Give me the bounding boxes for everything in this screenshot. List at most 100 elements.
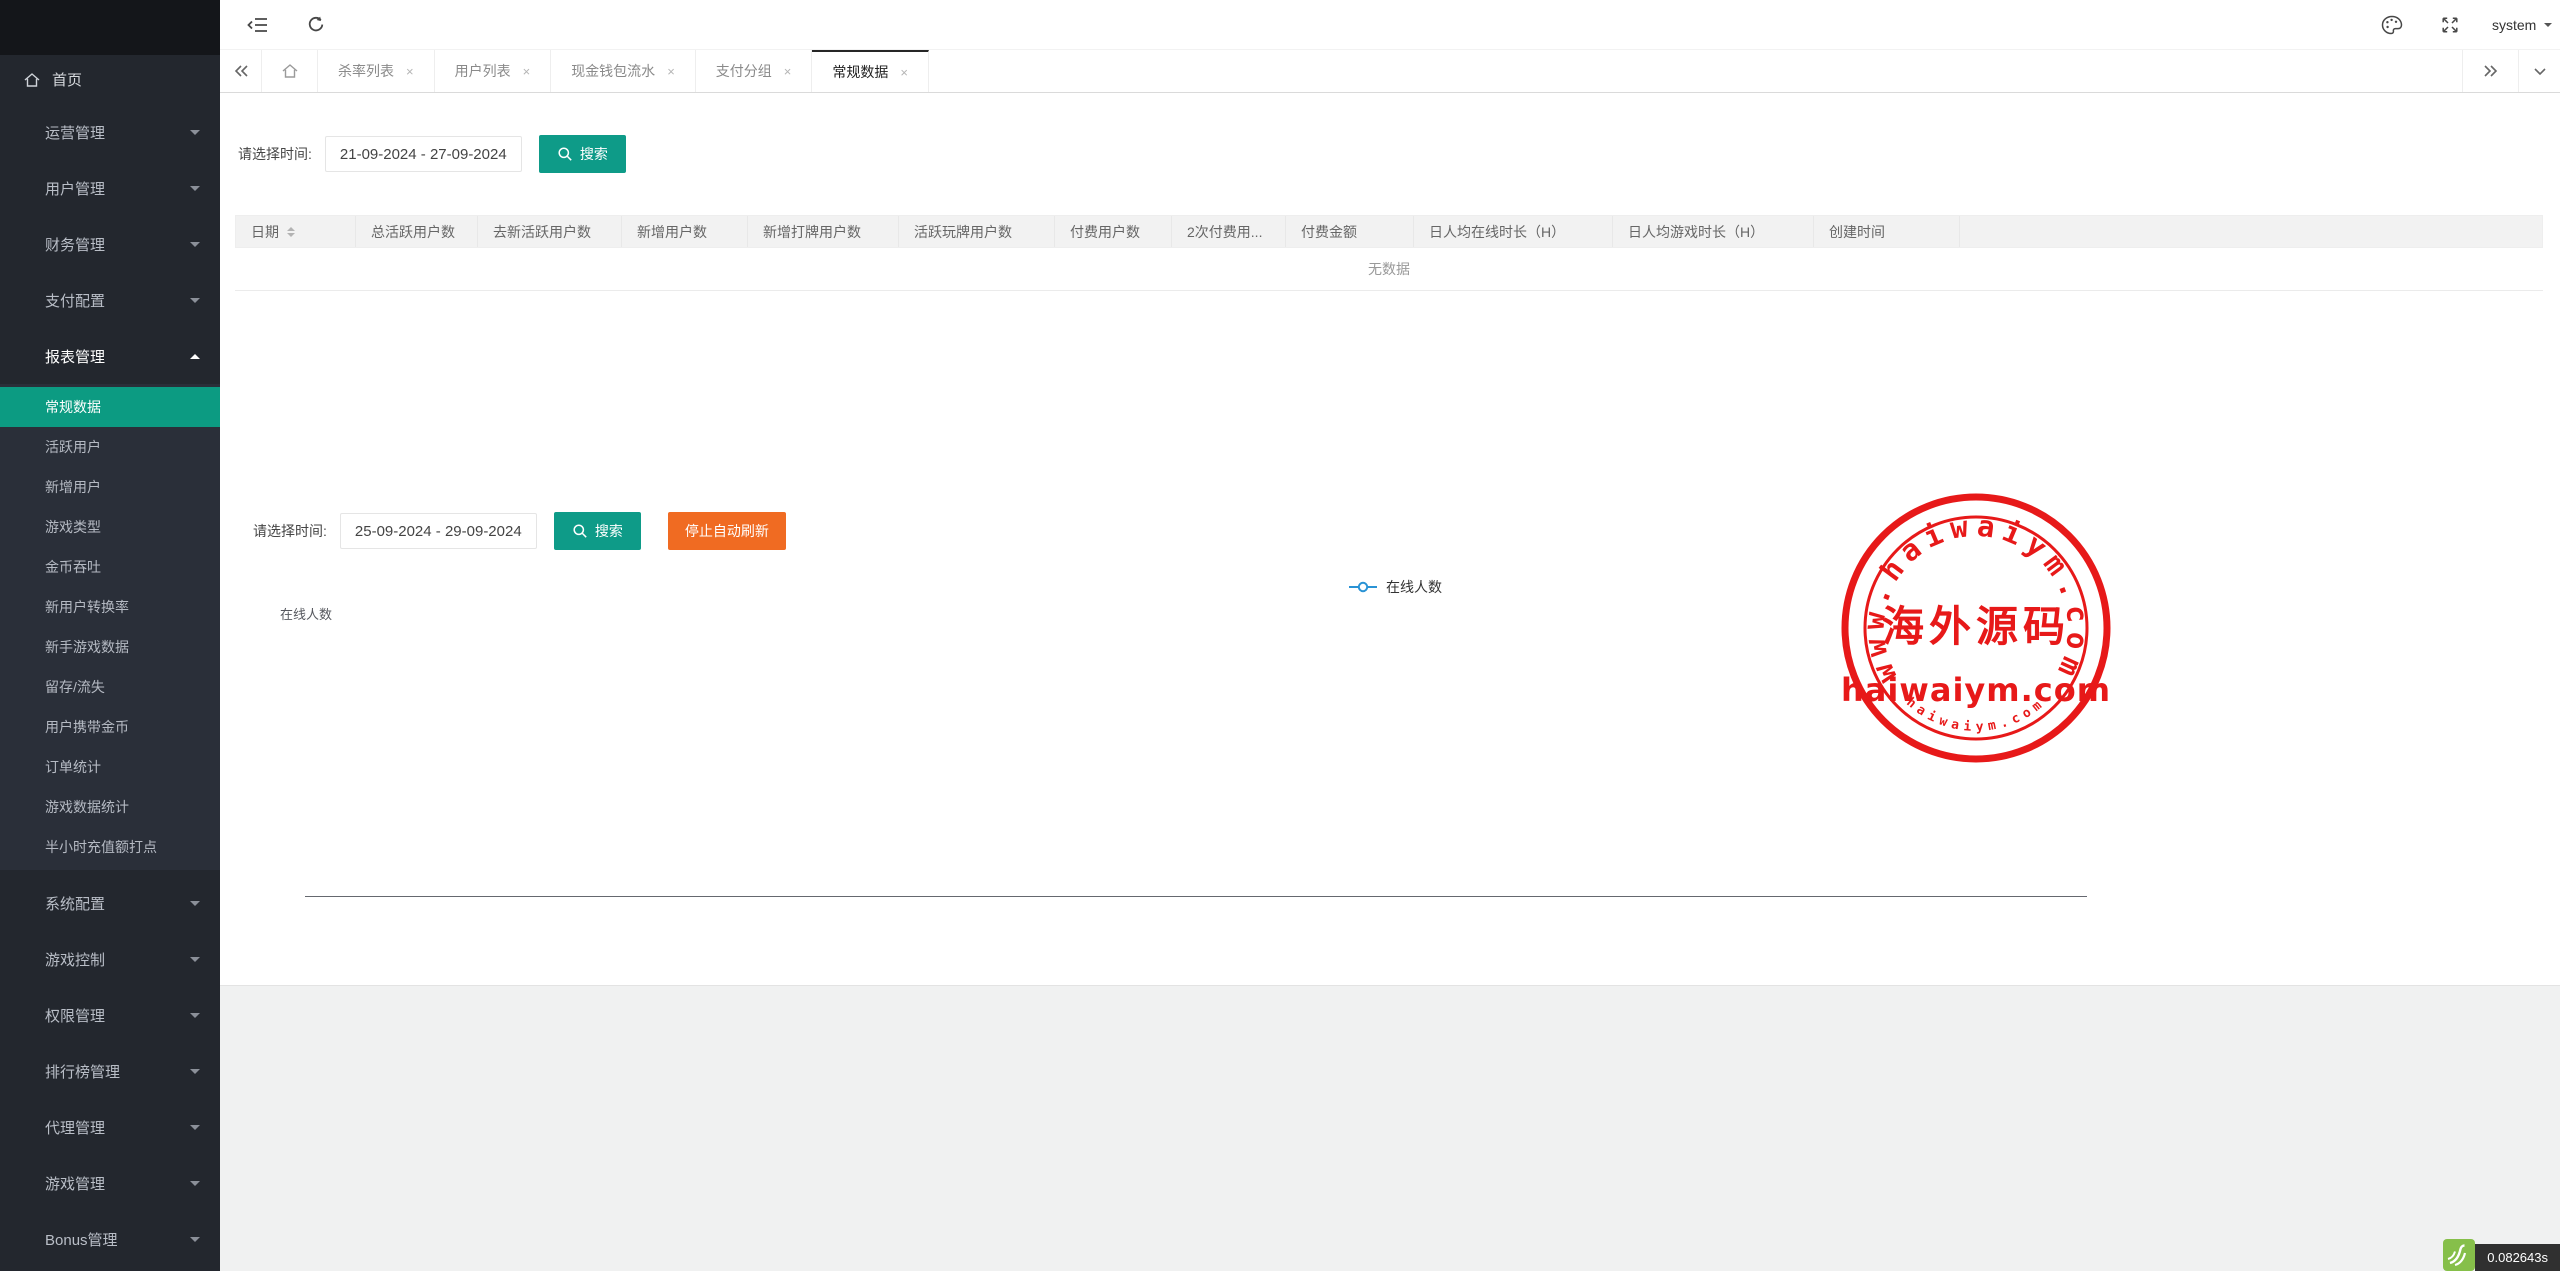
- chart-legend-online-users[interactable]: 在线人数: [1348, 577, 1442, 597]
- tab-user-list[interactable]: 用户列表 ×: [435, 50, 552, 92]
- close-icon[interactable]: ×: [523, 64, 531, 79]
- refresh-icon[interactable]: [304, 13, 328, 37]
- sidebar-item-regular-data[interactable]: 常规数据: [0, 387, 220, 427]
- search-button[interactable]: 搜索: [539, 135, 626, 173]
- theme-palette-icon[interactable]: [2380, 13, 2404, 37]
- sidebar-item-order-stats[interactable]: 订单统计: [0, 747, 220, 787]
- tab-payment-group[interactable]: 支付分组 ×: [696, 50, 813, 92]
- empty-text: 无数据: [1368, 259, 1410, 279]
- sidebar-group-label: 权限管理: [45, 1005, 105, 1026]
- chevron-down-icon: [190, 186, 200, 196]
- tab-bar-right-controls: [2462, 50, 2560, 92]
- sidebar-item-game-data-stats[interactable]: 游戏数据统计: [0, 787, 220, 827]
- tabs-scroll-right-button[interactable]: [2462, 50, 2518, 92]
- user-menu[interactable]: system: [2492, 0, 2552, 50]
- collapse-sidebar-icon[interactable]: [246, 13, 270, 37]
- sidebar-group-payment-config[interactable]: 支付配置: [0, 272, 220, 328]
- sidebar-item-retention-churn[interactable]: 留存/流失: [0, 667, 220, 707]
- sidebar-item-home[interactable]: 首页: [0, 55, 220, 104]
- chevron-down-icon: [2544, 23, 2552, 31]
- table-empty-state: 无数据: [235, 248, 2543, 291]
- date-range-input-2[interactable]: [340, 513, 537, 549]
- sidebar-group-label: 报表管理: [45, 346, 105, 367]
- sidebar-group-agent-mgmt[interactable]: 代理管理: [0, 1099, 220, 1155]
- sidebar-group-system-config[interactable]: 系统配置: [0, 875, 220, 931]
- page-runtime-badge: 0.082643s: [2443, 1239, 2560, 1271]
- close-icon[interactable]: ×: [784, 64, 792, 79]
- search-button-label: 搜索: [595, 521, 623, 541]
- search-icon: [572, 523, 588, 539]
- sidebar-group-finance-mgmt[interactable]: 财务管理: [0, 216, 220, 272]
- stop-auto-refresh-button[interactable]: 停止自动刷新: [668, 512, 786, 550]
- chevron-up-icon: [190, 349, 200, 359]
- home-icon: [23, 72, 41, 88]
- sidebar-item-user-carry-coins[interactable]: 用户携带金币: [0, 707, 220, 747]
- online-chart-filter-form: 请选择时间: 搜索 停止自动刷新: [253, 512, 786, 550]
- tab-kill-rate-list[interactable]: 杀率列表 ×: [318, 50, 435, 92]
- sidebar-item-coin-io[interactable]: 金币吞吐: [0, 547, 220, 587]
- close-icon[interactable]: ×: [406, 64, 414, 79]
- time-range-label: 请选择时间:: [253, 521, 327, 541]
- chevron-down-icon: [190, 298, 200, 308]
- sidebar-group-game-mgmt[interactable]: 游戏管理: [0, 1155, 220, 1211]
- sidebar-group-label: Bonus管理: [45, 1229, 118, 1250]
- sidebar-group-label: 排行榜管理: [45, 1061, 120, 1082]
- col-second-pay-users: 2次付费用...: [1172, 216, 1286, 247]
- chart-y-axis-name: 在线人数: [280, 604, 332, 623]
- sidebar-item-half-hour-recharge[interactable]: 半小时充值额打点: [0, 827, 220, 867]
- report-table: 日期 总活跃用户数 去新活跃用户数 新增用户数 新增打牌用户数 活跃玩牌用户数 …: [235, 215, 2543, 291]
- sidebar-group-label: 代理管理: [45, 1117, 105, 1138]
- chevron-down-icon: [190, 1125, 200, 1135]
- app-screen: 首页 运营管理 用户管理 财务管理 支付配置 报表管理 常规数据 活跃用户 新增…: [0, 0, 2560, 1271]
- report-filter-form: 请选择时间: 搜索: [238, 135, 626, 173]
- svg-text:www.haiwaiym.com: www.haiwaiym.com: [1856, 509, 2095, 689]
- table-header-row: 日期 总活跃用户数 去新活跃用户数 新增用户数 新增打牌用户数 活跃玩牌用户数 …: [235, 215, 2543, 248]
- sidebar-group-report-mgmt[interactable]: 报表管理: [0, 328, 220, 384]
- tab-cash-wallet-flow[interactable]: 现金钱包流水 ×: [551, 50, 696, 92]
- sidebar-group-label: 运营管理: [45, 122, 105, 143]
- close-icon[interactable]: ×: [667, 64, 675, 79]
- chevron-down-icon: [190, 901, 200, 911]
- sidebar-item-game-type[interactable]: 游戏类型: [0, 507, 220, 547]
- sidebar-item-new-user-conversion[interactable]: 新用户转换率: [0, 587, 220, 627]
- col-new-users: 新增用户数: [622, 216, 748, 247]
- tab-label: 现金钱包流水: [571, 61, 655, 81]
- sidebar-item-label: 首页: [52, 69, 82, 90]
- sidebar-group-game-control[interactable]: 游戏控制: [0, 931, 220, 987]
- sidebar-group-ranking-mgmt[interactable]: 排行榜管理: [0, 1043, 220, 1099]
- close-icon[interactable]: ×: [900, 65, 908, 80]
- sidebar-group-user-mgmt[interactable]: 用户管理: [0, 160, 220, 216]
- chevron-down-icon: [190, 1237, 200, 1247]
- tab-home[interactable]: [262, 50, 318, 92]
- tabs-menu-button[interactable]: [2518, 50, 2560, 92]
- col-active-card-users: 活跃玩牌用户数: [899, 216, 1055, 247]
- sidebar-group-label: 财务管理: [45, 234, 105, 255]
- legend-label: 在线人数: [1386, 577, 1442, 597]
- tab-label: 用户列表: [455, 61, 511, 81]
- sidebar-bottom-groups: 系统配置 游戏控制 权限管理 排行榜管理 代理管理 游戏管理: [0, 875, 220, 1267]
- sidebar-group-bonus-mgmt[interactable]: Bonus管理: [0, 1211, 220, 1267]
- chevron-down-icon: [190, 1069, 200, 1079]
- col-date[interactable]: 日期: [236, 216, 356, 247]
- sidebar-group-label: 系统配置: [45, 893, 105, 914]
- sidebar-group-permission-mgmt[interactable]: 权限管理: [0, 987, 220, 1043]
- sidebar-group-operations-mgmt[interactable]: 运营管理: [0, 104, 220, 160]
- watermark-stamp: www.haiwaiym.com 海外源码 haiwaiym.com haiwa…: [1836, 488, 2116, 768]
- col-dedup-active-users: 去新活跃用户数: [478, 216, 622, 247]
- search-button-2[interactable]: 搜索: [554, 512, 641, 550]
- sidebar-item-new-users[interactable]: 新增用户: [0, 467, 220, 507]
- fullscreen-icon[interactable]: [2438, 13, 2462, 37]
- sidebar-group-label: 游戏管理: [45, 1173, 105, 1194]
- tab-regular-data[interactable]: 常规数据 ×: [812, 50, 929, 92]
- stamp-domain-text: haiwaiym.com: [1841, 671, 2111, 709]
- chevron-down-icon: [190, 1181, 200, 1191]
- sidebar-item-active-users[interactable]: 活跃用户: [0, 427, 220, 467]
- search-button-label: 搜索: [580, 144, 608, 164]
- tabs-scroll-left-button[interactable]: [220, 50, 262, 92]
- stamp-center-text: 海外源码: [1882, 604, 2070, 651]
- sidebar-item-novice-game-data[interactable]: 新手游戏数据: [0, 627, 220, 667]
- sort-icon[interactable]: [287, 223, 295, 241]
- date-range-input[interactable]: [325, 136, 522, 172]
- sidebar-group-label: 游戏控制: [45, 949, 105, 970]
- search-icon: [557, 146, 573, 162]
